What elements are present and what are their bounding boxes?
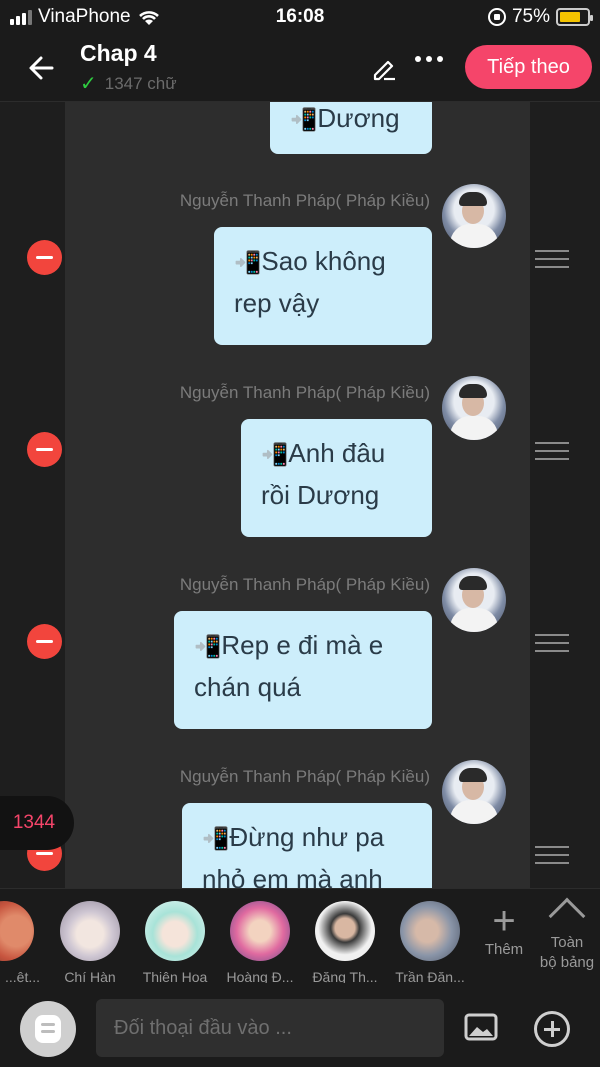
drag-handle-icon[interactable] (535, 846, 569, 864)
character-avatar (400, 901, 460, 961)
character-avatar (145, 901, 205, 961)
rotation-lock-icon (487, 8, 506, 26)
message-bubble[interactable]: 📲Đừng như pa nhỏ em mà anh (182, 803, 432, 888)
add-character-label: Thêm (484, 941, 524, 958)
character-item[interactable]: Chí Hàn (54, 901, 126, 985)
remove-message-button[interactable] (27, 240, 62, 275)
message-bubble[interactable]: 📲Dương (270, 102, 432, 154)
message-line: Anh đâu (288, 438, 386, 468)
sender-name: Nguyễn Thanh Pháp( Pháp Kiều) (179, 383, 430, 402)
sender-name: Nguyễn Thanh Pháp( Pháp Kiều) (179, 191, 430, 210)
character-item[interactable]: Thiên Hoa (139, 901, 211, 985)
avatar[interactable] (442, 376, 506, 440)
plus-icon: + (492, 899, 516, 943)
message-line: nhỏ em mà anh (202, 864, 383, 888)
message-line: rep vậy (234, 288, 320, 318)
battery-percent: 75% (511, 6, 550, 27)
status-bar: VinaPhone 16:08 75% (0, 0, 600, 34)
character-avatar (0, 901, 34, 961)
message-text: Dương (317, 103, 400, 133)
more-icon[interactable] (415, 56, 443, 62)
phone-icon: 📲 (290, 107, 318, 132)
input-bar (0, 983, 600, 1067)
chapter-title: Chap 4 (80, 40, 157, 66)
message-line: rồi Dương (261, 480, 380, 510)
avatar[interactable] (442, 184, 506, 248)
chat-area[interactable]: 📲Dương Nguyễn Thanh Pháp( Pháp Kiều) 📲Sa… (0, 102, 600, 888)
avatar[interactable] (442, 760, 506, 824)
drag-handle-icon[interactable] (535, 442, 569, 460)
character-avatar (315, 901, 375, 961)
title-block: Chap 4 ✓ 1347 chữ (80, 40, 177, 96)
dialogue-input[interactable] (96, 999, 444, 1057)
message-bubble[interactable]: 📲Anh đâu rồi Dương (241, 419, 432, 537)
phone-icon: 📲 (194, 634, 222, 659)
character-item[interactable]: Hoàng Đ... (224, 901, 296, 985)
message-bubble[interactable]: 📲Sao không rep vậy (214, 227, 432, 345)
narration-button[interactable] (20, 1001, 76, 1057)
message-line: Rep e đi mà e (221, 630, 384, 660)
word-count: 1347 chữ (104, 73, 177, 93)
all-board-label-1: Toàn (550, 934, 584, 951)
avatar[interactable] (442, 568, 506, 632)
drag-handle-icon[interactable] (535, 634, 569, 652)
chapter-header: Chap 4 ✓ 1347 chữ Tiếp theo (0, 34, 600, 102)
message-line: Đừng như pa (229, 822, 385, 852)
all-board-label-2: bộ bảng (539, 954, 595, 971)
add-character-button[interactable]: + Thêm (474, 901, 534, 958)
pencil-icon[interactable] (370, 54, 398, 82)
message-bubble[interactable]: 📲Rep e đi mà e chán quá (174, 611, 432, 729)
all-board-button[interactable]: Toàn bộ bảng (535, 893, 599, 973)
remove-message-button[interactable] (27, 624, 62, 659)
phone-icon: 📲 (202, 826, 230, 851)
document-icon (35, 1015, 61, 1043)
chevron-up-icon (548, 897, 586, 935)
character-item[interactable]: ...ệt... (0, 901, 40, 985)
character-strip: ...ệt... Chí Hàn Thiên Hoa Hoàng Đ... Đặ… (0, 888, 600, 985)
remove-message-button[interactable] (27, 432, 62, 467)
drag-handle-icon[interactable] (535, 250, 569, 268)
add-plus-icon[interactable] (534, 1011, 570, 1047)
sender-name: Nguyễn Thanh Pháp( Pháp Kiều) (179, 767, 430, 786)
message-line: chán quá (194, 672, 301, 702)
next-chapter-button[interactable]: Tiếp theo (465, 45, 592, 89)
status-right: 75% (487, 6, 593, 28)
image-icon[interactable] (464, 1013, 498, 1041)
character-avatar (230, 901, 290, 961)
character-item[interactable]: Trần Đăn... (394, 901, 466, 985)
phone-icon: 📲 (234, 250, 262, 275)
floating-word-count[interactable]: 1344 (0, 796, 74, 850)
word-count-row: ✓ 1347 chữ (80, 71, 177, 96)
phone-icon: 📲 (261, 442, 289, 467)
character-item[interactable]: Đặng Th... (309, 901, 381, 985)
character-avatar (60, 901, 120, 961)
back-arrow-icon[interactable] (24, 50, 60, 86)
message-line: Sao không (261, 246, 386, 276)
sender-name: Nguyễn Thanh Pháp( Pháp Kiều) (179, 575, 430, 594)
check-icon: ✓ (80, 73, 97, 95)
battery-icon (556, 8, 593, 26)
